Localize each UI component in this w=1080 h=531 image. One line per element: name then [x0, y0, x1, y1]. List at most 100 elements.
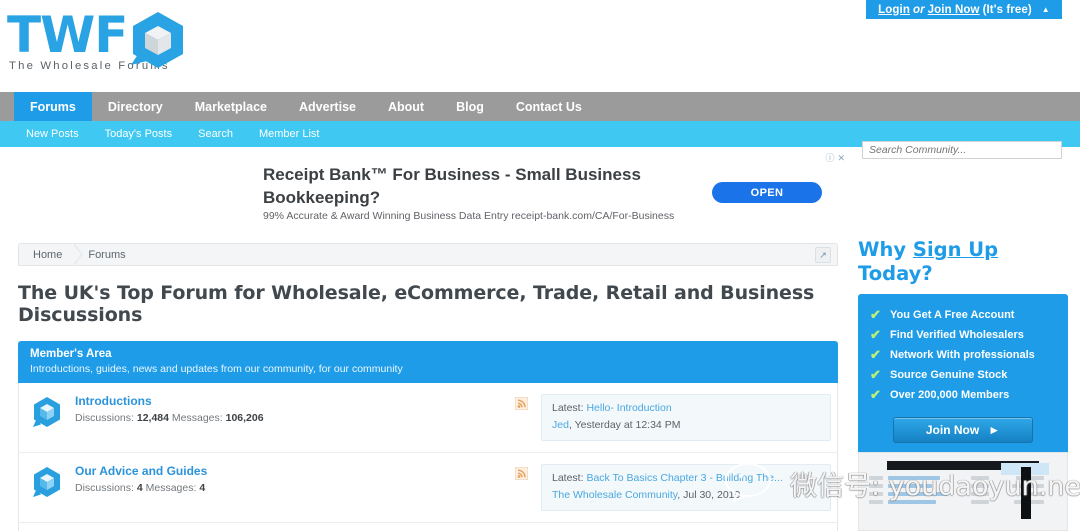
messages-count: 106,206 [225, 412, 264, 424]
ad-badges: ⓘ ✕ [825, 154, 845, 163]
benefit-label: Over 200,000 Members [890, 389, 1010, 401]
nav-item-about[interactable]: About [372, 92, 440, 121]
latest-date: Yesterday at 12:34 PM [574, 419, 681, 431]
promo-bar [971, 500, 989, 504]
subnav-item-todays-posts[interactable]: Today's Posts [92, 121, 186, 147]
subnav-item-new-posts[interactable]: New Posts [13, 121, 92, 147]
rss-cell [514, 464, 541, 485]
signup-sidebar: Why Sign Up Today? ✔ You Get A Free Acco… [858, 238, 1068, 457]
latest-line-title: Latest: Hello- Introduction [552, 401, 820, 416]
rss-icon[interactable] [514, 396, 529, 411]
discussions-count: 12,484 [136, 412, 169, 424]
category-header: Member's Area Introductions, guides, new… [18, 341, 838, 383]
nav-left-spacer [0, 92, 14, 121]
table-row[interactable]: Business News & Resources Discussions: 5… [19, 523, 837, 531]
expand-arrow-icon[interactable]: ↗ [815, 247, 831, 263]
page-root: Login or Join Now (It's free) ▲ TWF The … [0, 0, 1080, 531]
latest-post: Latest: Back To Basics Chapter 3 - Build… [541, 464, 831, 511]
nav-item-forums[interactable]: Forums [14, 92, 92, 121]
forum-hexagon-icon [33, 397, 60, 427]
nav-item-directory[interactable]: Directory [92, 92, 179, 121]
promo-bar [971, 484, 989, 488]
breadcrumb-separator-icon [72, 243, 88, 266]
list-item: ✔ Source Genuine Stock [870, 365, 1056, 385]
latest-author-link[interactable]: Jed [552, 419, 569, 431]
join-now-link[interactable]: Join Now [928, 4, 980, 16]
promo-bar [888, 476, 940, 480]
latest-thread-link[interactable]: Hello- Introduction [586, 402, 671, 414]
sidebar-heading: Why Sign Up Today? [858, 238, 1068, 286]
main-navigation: Forums Directory Marketplace Advertise A… [0, 92, 1080, 121]
login-link[interactable]: Login [878, 4, 910, 16]
forum-name-link[interactable]: Introductions [75, 394, 515, 408]
list-item: ✔ You Get A Free Account [870, 305, 1056, 325]
play-arrow-icon: ► [988, 423, 1001, 437]
breadcrumb: Home Forums ↗ [18, 243, 838, 266]
check-icon: ✔ [870, 327, 881, 342]
latest-line-title: Latest: Back To Basics Chapter 3 - Build… [552, 471, 820, 486]
main-content: Home Forums ↗ The UK's Top Forum for Who… [18, 243, 838, 531]
latest-author-link[interactable]: The Wholesale Community [552, 489, 677, 501]
forum-list: Introductions Discussions: 12,484 Messag… [18, 383, 838, 531]
forum-info: Introductions Discussions: 12,484 Messag… [75, 394, 515, 424]
page-title: The UK's Top Forum for Wholesale, eComme… [18, 282, 815, 326]
latest-line-meta: Jed, Yesterday at 12:34 PM [552, 419, 681, 431]
sidebar-heading-underline: Sign Up [912, 238, 999, 261]
nav-item-marketplace[interactable]: Marketplace [179, 92, 283, 121]
promo-bar [888, 484, 932, 488]
check-icon: ✔ [870, 347, 881, 362]
forum-stats: Discussions: 4 Messages: 4 [75, 482, 515, 494]
list-item [859, 474, 1067, 482]
check-icon: ✔ [870, 307, 881, 322]
join-now-button[interactable]: Join Now ► [893, 417, 1033, 443]
search-input[interactable] [862, 141, 1062, 159]
latest-date: Jul 30, 2019 [683, 489, 741, 501]
ad-info-icon[interactable]: ⓘ [825, 154, 834, 163]
join-now-label: Join Now [925, 423, 980, 437]
site-logo[interactable]: TWF The Wholesale Forums [7, 8, 307, 83]
latest-post: Latest: Hello- Introduction Jed, Yesterd… [541, 394, 831, 441]
promo-bar [888, 500, 936, 504]
sidebar-promo-image[interactable] [858, 452, 1068, 531]
promo-bar [888, 492, 948, 496]
promo-bar [869, 476, 883, 480]
subnav-item-search[interactable]: Search [185, 121, 246, 147]
subnav-item-member-list[interactable]: Member List [246, 121, 333, 147]
forum-name-link[interactable]: Our Advice and Guides [75, 464, 515, 478]
benefit-label: Source Genuine Stock [890, 369, 1008, 381]
nav-item-blog[interactable]: Blog [440, 92, 500, 121]
ad-title: Receipt Bank™ For Business - Small Busin… [263, 165, 641, 207]
list-item: ✔ Find Verified Wholesalers [870, 325, 1056, 345]
check-icon: ✔ [870, 387, 881, 402]
breadcrumb-item-forums[interactable]: Forums [88, 249, 125, 261]
list-item [859, 498, 1067, 506]
messages-label: Messages: [171, 412, 223, 424]
forum-icon-cell [19, 394, 75, 429]
chevron-up-icon[interactable]: ▲ [1042, 5, 1050, 14]
nav-item-advertise[interactable]: Advertise [283, 92, 372, 121]
forum-info: Our Advice and Guides Discussions: 4 Mes… [75, 464, 515, 494]
latest-line-meta: The Wholesale Community, Jul 30, 2019 [552, 489, 741, 501]
latest-thread-link[interactable]: Back To Basics Chapter 3 - Building The.… [586, 472, 782, 484]
benefit-label: Find Verified Wholesalers [890, 329, 1024, 341]
category-title[interactable]: Member's Area [30, 348, 826, 360]
ad-open-button[interactable]: OPEN [712, 182, 822, 203]
sidebar-heading-post: Today? [858, 262, 933, 285]
list-item [859, 482, 1067, 490]
promo-dark-block [1021, 467, 1031, 519]
forum-hexagon-icon [33, 467, 60, 497]
advertisement-banner[interactable]: ⓘ ✕ Receipt Bank™ For Business - Small B… [241, 152, 847, 230]
list-item: ✔ Over 200,000 Members [870, 385, 1056, 405]
table-row[interactable]: Our Advice and Guides Discussions: 4 Mes… [19, 453, 837, 523]
nav-item-contact-us[interactable]: Contact Us [500, 92, 598, 121]
category-description: Introductions, guides, news and updates … [30, 363, 403, 375]
discussions-label: Discussions: [75, 482, 134, 494]
breadcrumb-item-home[interactable]: Home [19, 249, 62, 261]
login-join-bar[interactable]: Login or Join Now (It's free) ▲ [866, 0, 1062, 19]
rss-icon[interactable] [514, 466, 529, 481]
ad-close-icon[interactable]: ✕ [837, 154, 845, 163]
table-row[interactable]: Introductions Discussions: 12,484 Messag… [19, 383, 837, 453]
rss-cell [514, 394, 541, 415]
its-free-text: (It's free) [982, 3, 1032, 16]
list-item [859, 490, 1067, 498]
